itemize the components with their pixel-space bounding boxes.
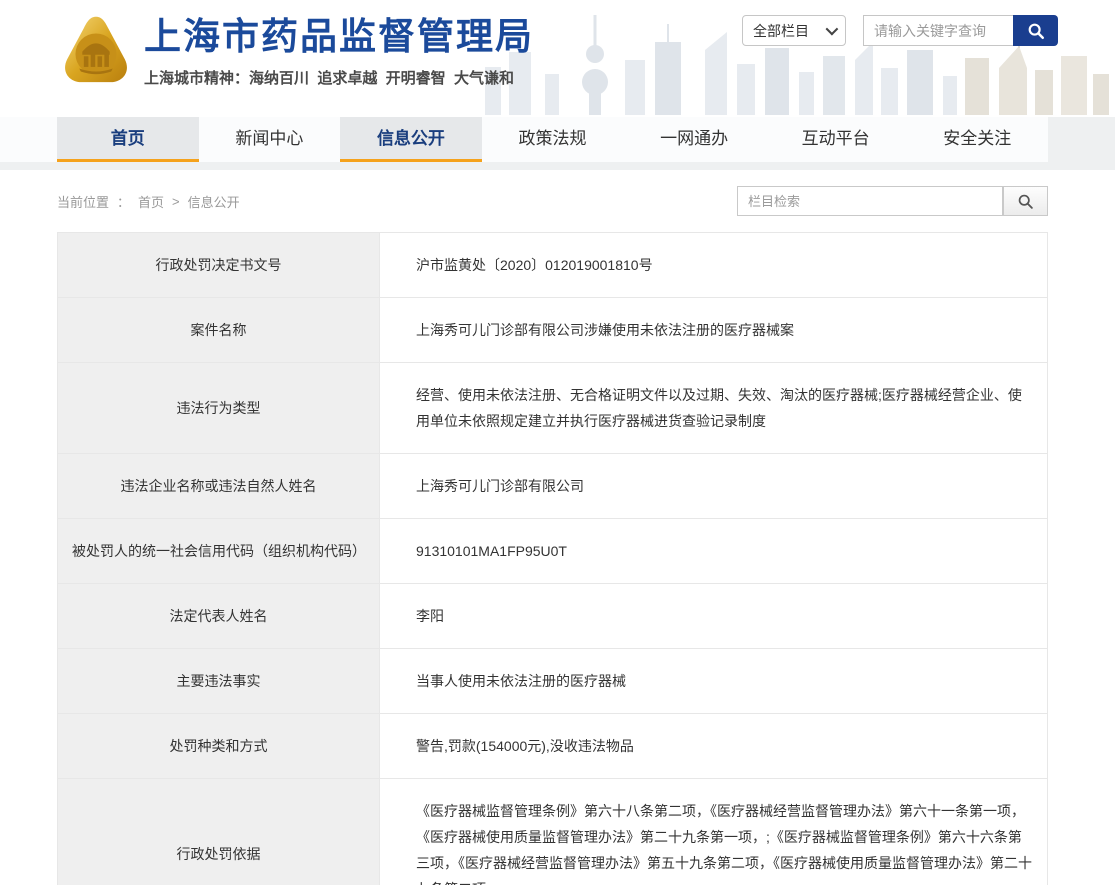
table-row: 违法企业名称或违法自然人姓名 上海秀可儿门诊部有限公司	[58, 454, 1047, 519]
site-header: 上海市药品监督管理局 上海城市精神：海纳百川 追求卓越 开明睿智 大气谦和 全部…	[0, 0, 1115, 117]
column-search-input[interactable]	[737, 186, 1003, 216]
breadcrumb-current[interactable]: 信息公开	[188, 192, 240, 211]
table-row: 行政处罚决定书文号 沪市监黄处〔2020〕012019001810号	[58, 233, 1047, 298]
agency-logo[interactable]	[58, 8, 134, 100]
row-value: 沪市监黄处〔2020〕012019001810号	[380, 233, 1047, 297]
category-select[interactable]: 全部栏目	[742, 15, 846, 46]
chevron-down-icon	[826, 23, 839, 36]
breadcrumb-separator: >	[172, 194, 180, 209]
row-value: 经营、使用未依法注册、无合格证明文件以及过期、失效、淘汰的医疗器械;医疗器械经营…	[380, 363, 1047, 453]
nav-item-news[interactable]: 新闻中心	[199, 117, 341, 162]
table-row: 法定代表人姓名 李阳	[58, 584, 1047, 649]
row-value: 上海秀可儿门诊部有限公司	[380, 454, 1047, 518]
search-icon	[1017, 193, 1034, 210]
nav-item-info-disclosure[interactable]: 信息公开	[340, 117, 482, 162]
header-search-bar: 全部栏目	[742, 15, 1058, 46]
row-label: 行政处罚依据	[58, 779, 380, 885]
table-row: 行政处罚依据 《医疗器械监督管理条例》第六十八条第二项，《医疗器械经营监督管理办…	[58, 779, 1047, 885]
row-value: 《医疗器械监督管理条例》第六十八条第二项，《医疗器械经营监督管理办法》第六十一条…	[380, 779, 1047, 885]
column-search-button[interactable]	[1003, 186, 1048, 216]
breadcrumb-home-link[interactable]: 首页	[138, 192, 164, 211]
table-row: 主要违法事实 当事人使用未依法注册的医疗器械	[58, 649, 1047, 714]
site-title: 上海市药品监督管理局	[144, 14, 534, 60]
table-row: 处罚种类和方式 警告,罚款(154000元),没收违法物品	[58, 714, 1047, 779]
row-label: 被处罚人的统一社会信用代码（组织机构代码）	[58, 519, 380, 583]
table-row: 违法行为类型 经营、使用未依法注册、无合格证明文件以及过期、失效、淘汰的医疗器械…	[58, 363, 1047, 454]
row-value: 警告,罚款(154000元),没收违法物品	[380, 714, 1047, 778]
search-icon	[1027, 22, 1045, 40]
table-row: 被处罚人的统一社会信用代码（组织机构代码） 91310101MA1FP95U0T	[58, 519, 1047, 584]
nav-item-home[interactable]: 首页	[57, 117, 199, 162]
penalty-detail-table: 行政处罚决定书文号 沪市监黄处〔2020〕012019001810号 案件名称 …	[57, 232, 1048, 885]
breadcrumb-label: 当前位置	[57, 192, 109, 211]
breadcrumb-colon: ：	[117, 192, 130, 211]
nav-item-online-services[interactable]: 一网通办	[623, 117, 765, 162]
nav-item-safety[interactable]: 安全关注	[906, 117, 1048, 162]
main-navigation: 首页 新闻中心 信息公开 政策法规 一网通办 互动平台 安全关注	[0, 117, 1115, 170]
site-subtitle: 上海城市精神：海纳百川 追求卓越 开明睿智 大气谦和	[144, 67, 534, 88]
row-label: 处罚种类和方式	[58, 714, 380, 778]
category-select-value: 全部栏目	[753, 21, 809, 41]
row-label: 主要违法事实	[58, 649, 380, 713]
row-value: 李阳	[380, 584, 1047, 648]
row-label: 违法行为类型	[58, 363, 380, 453]
breadcrumb: 当前位置 ： 首页 > 信息公开	[57, 192, 240, 211]
row-label: 违法企业名称或违法自然人姓名	[58, 454, 380, 518]
row-value: 91310101MA1FP95U0T	[380, 519, 1047, 583]
table-row: 案件名称 上海秀可儿门诊部有限公司涉嫌使用未依法注册的医疗器械案	[58, 298, 1047, 363]
nav-item-policies[interactable]: 政策法规	[482, 117, 624, 162]
row-value: 上海秀可儿门诊部有限公司涉嫌使用未依法注册的医疗器械案	[380, 298, 1047, 362]
row-label: 案件名称	[58, 298, 380, 362]
column-search-bar	[737, 186, 1048, 216]
row-value: 当事人使用未依法注册的医疗器械	[380, 649, 1047, 713]
nav-item-interaction[interactable]: 互动平台	[765, 117, 907, 162]
row-label: 行政处罚决定书文号	[58, 233, 380, 297]
header-search-button[interactable]	[1013, 15, 1058, 46]
keyword-search-input[interactable]	[863, 15, 1013, 46]
row-label: 法定代表人姓名	[58, 584, 380, 648]
